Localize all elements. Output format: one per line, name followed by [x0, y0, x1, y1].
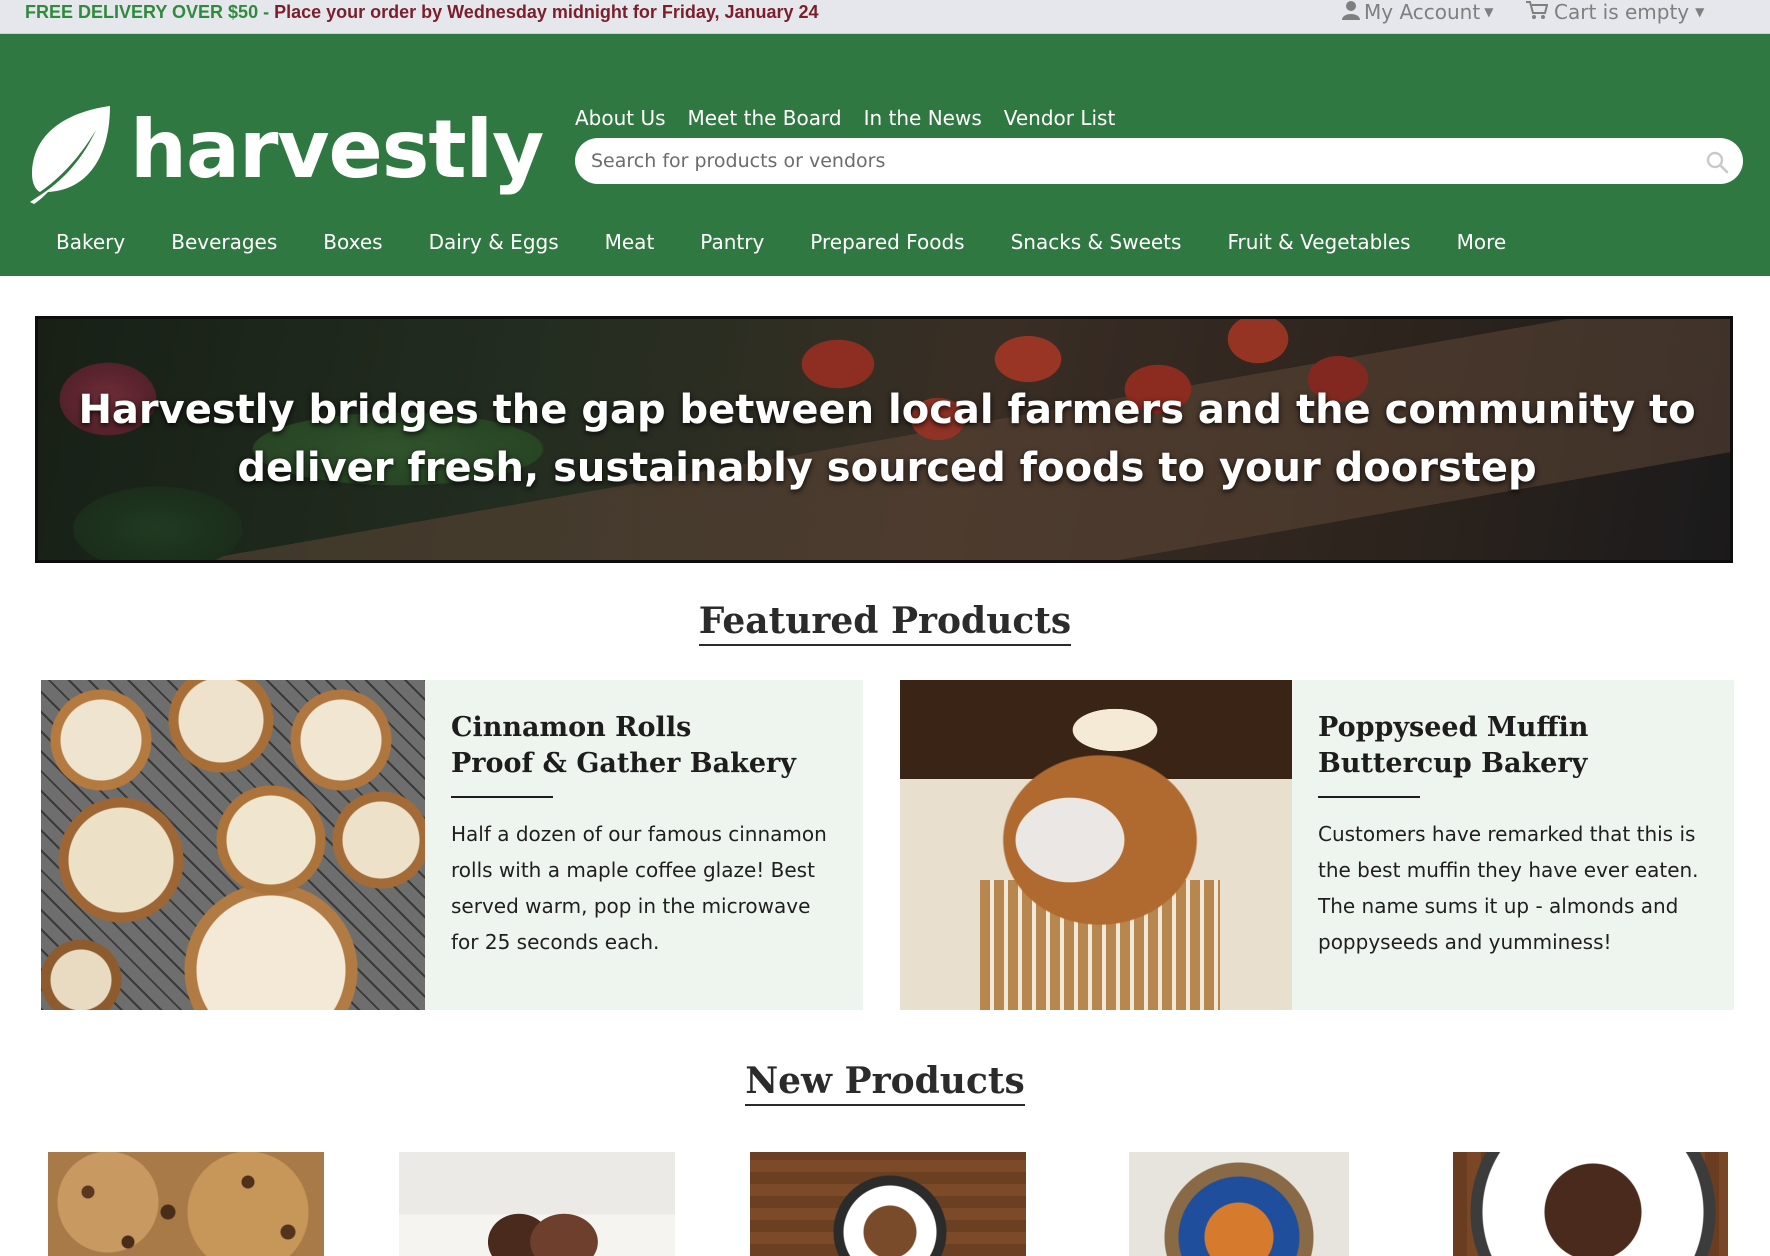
cart-label: Cart is empty — [1554, 0, 1690, 24]
product-image-poppyseed-muffin[interactable] — [900, 680, 1292, 1010]
top-navigation: About Us Meet the Board In the News Vend… — [575, 104, 1115, 132]
hero-line-1: Harvestly bridges the gap between local … — [78, 387, 1696, 433]
new-product-image[interactable] — [750, 1152, 1026, 1256]
product-name: Poppyseed Muffin — [1318, 712, 1589, 743]
leaf-logo-icon — [26, 104, 114, 209]
product-card-body: Cinnamon Rolls Proof & Gather Bakery Hal… — [425, 680, 863, 1010]
category-navigation: Bakery Beverages Boxes Dairy & Eggs Meat… — [0, 225, 1770, 277]
new-products-heading: New Products — [0, 1060, 1770, 1106]
product-name: Cinnamon Rolls — [451, 712, 692, 743]
product-card-body: Poppyseed Muffin Buttercup Bakery Custom… — [1292, 680, 1734, 1010]
my-account-menu[interactable]: My Account ▼ — [1342, 0, 1493, 24]
search-icon[interactable] — [1705, 150, 1729, 179]
product-description: Half a dozen of our famous cinnamon roll… — [451, 822, 827, 954]
category-more[interactable]: More — [1457, 225, 1507, 277]
cart-icon — [1526, 0, 1549, 25]
category-beverages[interactable]: Beverages — [171, 225, 277, 277]
hero-line-2: deliver fresh, sustainably sourced foods… — [237, 445, 1537, 491]
my-account-label: My Account — [1364, 0, 1481, 24]
new-product-image[interactable] — [399, 1152, 675, 1256]
product-title[interactable]: Cinnamon Rolls Proof & Gather Bakery — [451, 710, 837, 782]
nav-vendor-list[interactable]: Vendor List — [1004, 104, 1116, 132]
category-meat[interactable]: Meat — [605, 225, 655, 277]
chevron-down-icon: ▼ — [1484, 5, 1494, 19]
title-divider — [451, 796, 553, 798]
promo-rest: Place your order by Wednesday midnight f… — [274, 2, 819, 22]
category-fruit-vegetables[interactable]: Fruit & Vegetables — [1227, 225, 1410, 277]
brand-name: harvestly — [130, 103, 544, 196]
search-input[interactable] — [591, 150, 1691, 172]
category-bakery[interactable]: Bakery — [56, 225, 125, 277]
product-vendor: Proof & Gather Bakery — [451, 748, 796, 779]
featured-products-heading: Featured Products — [0, 600, 1770, 646]
product-image-cinnamon-rolls[interactable] — [41, 680, 425, 1010]
product-title[interactable]: Poppyseed Muffin Buttercup Bakery — [1318, 710, 1708, 782]
nav-about-us[interactable]: About Us — [575, 104, 666, 132]
product-description: Customers have remarked that this is the… — [1318, 822, 1699, 954]
chevron-down-icon: ▼ — [1695, 5, 1705, 19]
promo-text: FREE DELIVERY OVER $50 - Place your orde… — [25, 1, 819, 23]
featured-product-card[interactable]: Cinnamon Rolls Proof & Gather Bakery Hal… — [41, 680, 863, 1010]
promo-separator: - — [258, 2, 275, 22]
featured-product-card[interactable]: Poppyseed Muffin Buttercup Bakery Custom… — [900, 680, 1734, 1010]
nav-in-the-news[interactable]: In the News — [864, 104, 982, 132]
site-logo[interactable]: harvestly — [26, 70, 546, 204]
category-boxes[interactable]: Boxes — [323, 225, 382, 277]
hero-banner: Harvestly bridges the gap between local … — [35, 316, 1733, 563]
user-icon — [1342, 0, 1360, 25]
nav-meet-the-board[interactable]: Meet the Board — [688, 104, 842, 132]
search-bar — [575, 138, 1743, 184]
announcement-bar: FREE DELIVERY OVER $50 - Place your orde… — [0, 0, 1770, 34]
title-divider — [1318, 796, 1420, 798]
cart-menu[interactable]: Cart is empty ▼ — [1526, 0, 1704, 24]
new-product-image[interactable] — [48, 1152, 324, 1256]
product-vendor: Buttercup Bakery — [1318, 748, 1588, 779]
promo-highlight: FREE DELIVERY OVER $50 — [25, 2, 259, 22]
new-product-image[interactable] — [1453, 1152, 1728, 1256]
hero-tagline: Harvestly bridges the gap between local … — [38, 381, 1730, 497]
category-dairy-eggs[interactable]: Dairy & Eggs — [429, 225, 559, 277]
new-product-image[interactable] — [1129, 1152, 1349, 1256]
category-prepared-foods[interactable]: Prepared Foods — [810, 225, 964, 277]
category-snacks-sweets[interactable]: Snacks & Sweets — [1011, 225, 1182, 277]
category-pantry[interactable]: Pantry — [700, 225, 764, 277]
